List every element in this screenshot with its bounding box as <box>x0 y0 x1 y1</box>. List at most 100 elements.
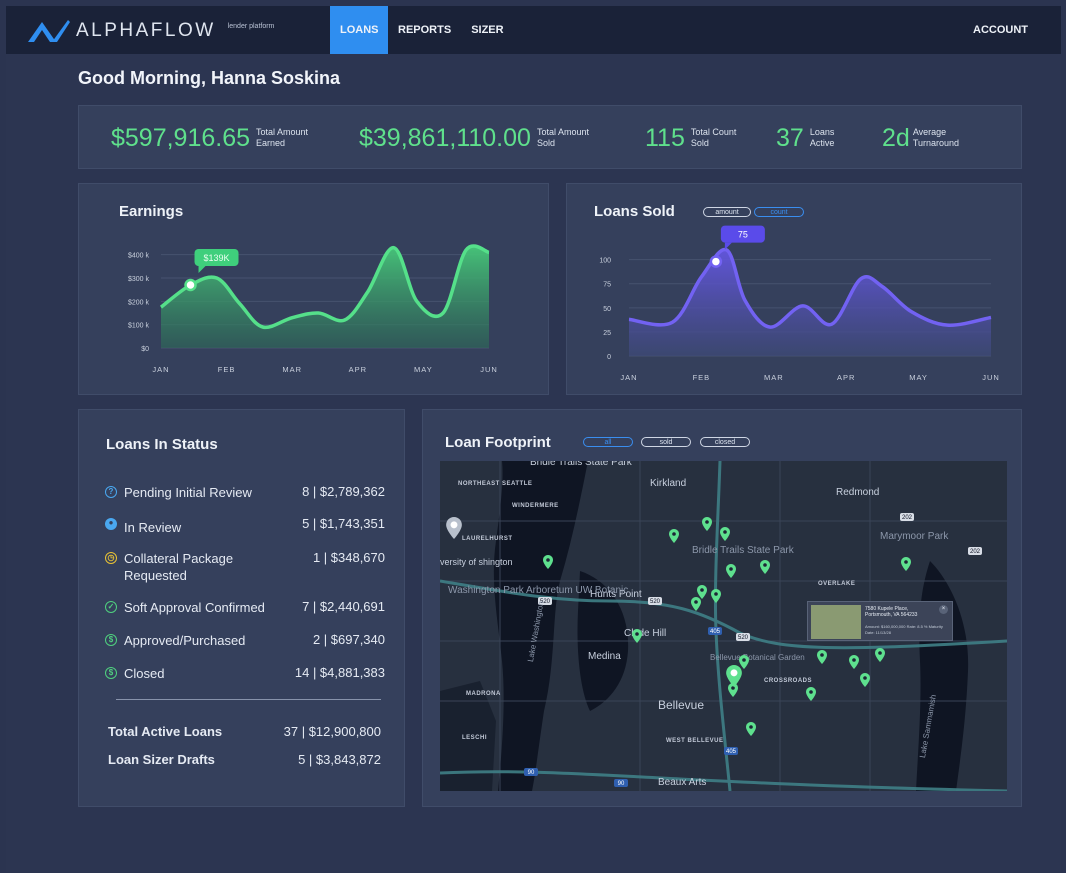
tooltip-label: $139K <box>204 253 230 263</box>
total-active-loans-row: Total Active Loans 37 | $12,900,800 <box>108 724 381 739</box>
map-label-kirkland: Kirkland <box>650 478 687 489</box>
stat-total-earned: $597,916.65 Total Amount Earned <box>111 106 326 170</box>
nav-tab-loans[interactable]: LOANS <box>330 6 388 54</box>
question-icon: ? <box>105 486 117 498</box>
loan-map[interactable]: 520 520 405 520 202 202 405 90 90 Bridle… <box>440 461 1007 791</box>
loan-marker-icon[interactable] <box>849 655 859 669</box>
loan-marker-icon[interactable] <box>720 527 730 541</box>
status-title: Loans In Status <box>106 436 218 453</box>
stat-value: 2d <box>882 123 910 152</box>
map-label-bellevue: Bellevue <box>658 698 705 712</box>
map-label-bridle-trails: Bridle Trails State Park <box>692 545 794 556</box>
x-tick-label: MAY <box>909 373 928 382</box>
loan-marker-icon[interactable] <box>817 650 827 664</box>
loan-marker-icon[interactable] <box>669 529 679 543</box>
loan-marker-icon[interactable] <box>691 597 701 611</box>
loan-marker-icon[interactable] <box>746 722 756 736</box>
highlight-point[interactable] <box>709 255 723 268</box>
stat-value: 115 <box>645 123 685 152</box>
loan-popup[interactable]: 7580 Kupele Place, Portsmouth, VA 564233… <box>807 601 953 641</box>
filter-sold[interactable]: sold <box>641 437 691 447</box>
stat-label: Loans Active <box>809 127 835 148</box>
greeting-heading: Good Morning, Hanna Soskina <box>78 68 341 88</box>
map-label-windermere: WINDERMERE <box>512 503 559 509</box>
x-tick-label: MAY <box>414 365 433 374</box>
check-icon: ✓ <box>105 601 117 613</box>
loan-marker-icon[interactable] <box>632 629 642 643</box>
garden-marker-icon <box>726 665 742 687</box>
eye-icon: ● <box>105 518 117 530</box>
loan-marker-icon[interactable] <box>901 557 911 571</box>
highlight-point[interactable] <box>184 278 197 292</box>
brand-name: ALPHAFLOW <box>76 20 216 41</box>
map-label-overlake: OVERLAKE <box>818 581 856 587</box>
popup-details: Amount: $160,000,000 Rate: 8.5 % Maturit… <box>865 624 943 635</box>
x-tick-label: APR <box>837 373 855 382</box>
filter-closed[interactable]: closed <box>700 437 750 447</box>
status-divider <box>116 699 381 700</box>
x-tick-label: MAR <box>282 365 302 374</box>
svg-text:520: 520 <box>738 635 749 641</box>
series-area <box>629 249 991 356</box>
close-icon[interactable]: × <box>939 605 948 614</box>
stat-total-sold: $39,861,110.00 Total Amount Sold <box>359 106 607 170</box>
dollar-icon: $ <box>105 634 117 646</box>
x-tick-label: FEB <box>693 373 711 382</box>
clock-icon: ◷ <box>105 552 117 564</box>
stat-avg-turnaround: 2d Average Turnaround <box>882 106 973 170</box>
app-frame: ALPHAFLOW lender platform LOANS REPORTS … <box>6 6 1061 872</box>
alphaflow-logo-icon <box>28 20 70 42</box>
status-value: 2 | $697,340 <box>312 632 385 647</box>
map-label-marymoor: Marymoor Park <box>880 531 949 542</box>
svg-text:90: 90 <box>528 770 535 776</box>
status-value: 7 | $2,440,691 <box>302 599 385 614</box>
y-tick-label: 25 <box>603 330 611 337</box>
y-tick-label: 75 <box>603 282 611 289</box>
map-label-arboretum: Washington Park Arboretum UW Botanic... <box>448 585 637 596</box>
map-label-university: versity of shington <box>440 557 513 567</box>
status-name: Approved/Purchased <box>124 633 246 648</box>
y-tick-label: $400 k <box>128 253 150 260</box>
account-menu[interactable]: ACCOUNT <box>973 6 1028 54</box>
map-label-medina: Medina <box>588 651 621 662</box>
loan-marker-icon[interactable] <box>860 673 870 687</box>
brand-logo[interactable]: ALPHAFLOW lender platform <box>28 16 274 46</box>
loan-marker-icon[interactable] <box>702 517 712 531</box>
y-tick-label: $300 k <box>128 276 150 283</box>
loan-marker-icon[interactable] <box>875 648 885 662</box>
nav-tab-sizer[interactable]: SIZER <box>461 6 513 54</box>
svg-text:520: 520 <box>650 599 661 605</box>
tooltip-pointer <box>198 266 206 273</box>
filter-all[interactable]: all <box>583 437 633 447</box>
nav-tab-reports[interactable]: REPORTS <box>388 6 461 54</box>
loan-marker-icon[interactable] <box>726 564 736 578</box>
stat-label: Total Count Sold <box>690 127 737 148</box>
map-label-laurelhurst: LAURELHURST <box>462 536 513 542</box>
status-name: Collateral Package Requested <box>124 551 234 583</box>
svg-text:405: 405 <box>710 629 721 635</box>
status-name: Soft Approval Confirmed <box>124 600 265 615</box>
x-tick-label: JAN <box>152 365 169 374</box>
map-label-beaux-arts: Beaux Arts <box>658 777 707 788</box>
tooltip-pointer <box>724 242 732 250</box>
stat-label: Total Amount Sold <box>536 127 589 148</box>
stat-value: 37 <box>776 123 804 152</box>
total-name: Loan Sizer Drafts <box>108 752 215 767</box>
status-value: 5 | $1,743,351 <box>302 516 385 531</box>
loan-marker-icon[interactable] <box>543 555 553 569</box>
svg-text:202: 202 <box>902 515 913 521</box>
brand-subtitle: lender platform <box>227 22 275 30</box>
dollar-icon: $ <box>105 667 117 679</box>
property-thumbnail <box>811 605 861 639</box>
y-tick-label: 100 <box>599 258 611 265</box>
status-value: 14 | $4,881,383 <box>294 665 385 680</box>
x-tick-label: FEB <box>218 365 236 374</box>
map-label-redmond: Redmond <box>836 487 880 498</box>
loan-marker-icon[interactable] <box>760 560 770 574</box>
stat-loans-active: 37 Loans Active <box>776 106 846 170</box>
stat-label: Average Turnaround <box>912 127 960 148</box>
earnings-chart: $0 $100 k $200 k $300 k $400 k JAN FEB MAR APR MA… <box>128 244 497 374</box>
loan-marker-icon[interactable] <box>711 589 721 603</box>
loans-sold-chart: 0 25 50 75 100 JAN FEB MAR APR MAY JUN 75 <box>599 225 999 382</box>
loan-marker-icon[interactable] <box>806 687 816 701</box>
